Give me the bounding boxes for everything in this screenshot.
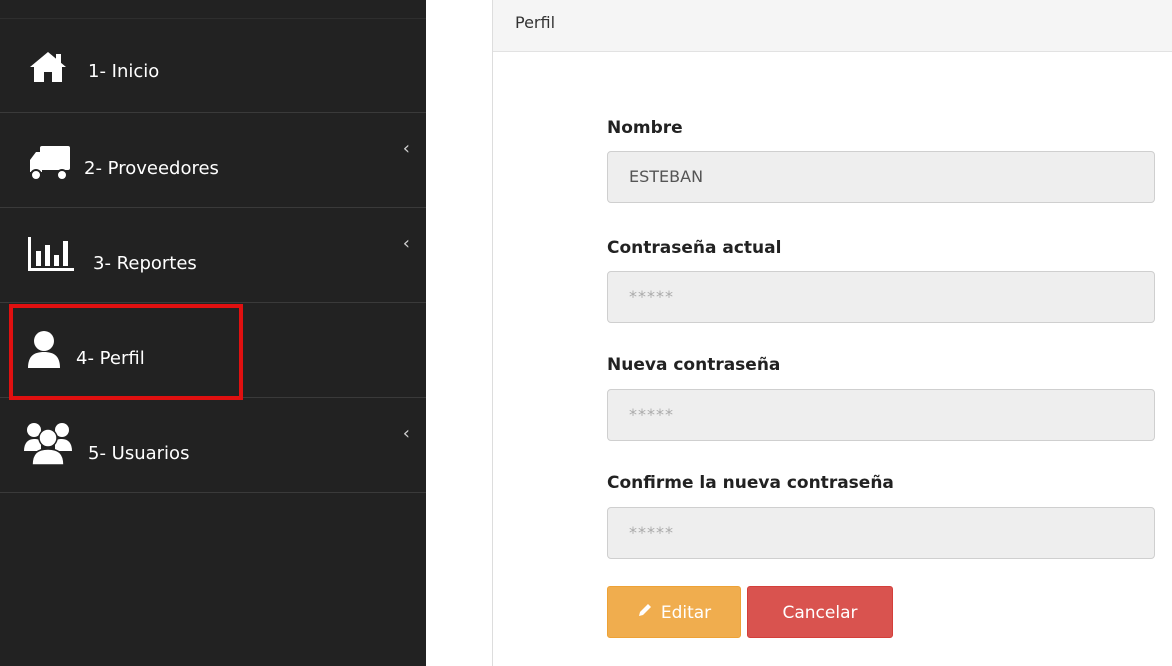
current-password-label: Contraseña actual <box>607 238 782 258</box>
chevron-left-icon: ‹ <box>402 423 410 444</box>
confirm-password-label: Confirme la nueva contraseña <box>607 473 894 493</box>
highlight-box <box>9 304 243 400</box>
sidebar-item-inicio[interactable]: 1- Inicio <box>0 19 426 113</box>
chevron-left-icon: ‹ <box>402 138 410 159</box>
cancel-button[interactable]: Cancelar <box>747 586 893 638</box>
sidebar-item-label: 3- Reportes <box>93 253 197 274</box>
sidebar-item-reportes[interactable]: 3- Reportes ‹ <box>0 209 426 303</box>
profile-panel: Perfil Nombre ESTEBAN Contraseña actual … <box>492 0 1172 666</box>
chevron-left-icon: ‹ <box>402 233 410 254</box>
panel-title: Perfil <box>515 13 556 32</box>
cancel-button-label: Cancelar <box>782 603 858 623</box>
sidebar-item-label: 2- Proveedores <box>84 158 219 179</box>
name-label: Nombre <box>607 118 683 138</box>
home-icon <box>28 50 68 88</box>
sidebar-item-label: 5- Usuarios <box>88 443 190 464</box>
new-password-field[interactable]: ***** <box>607 389 1155 441</box>
new-password-label: Nueva contraseña <box>607 355 781 375</box>
main-content: Perfil Nombre ESTEBAN Contraseña actual … <box>426 0 1172 666</box>
sidebar-item-label: 1- Inicio <box>88 61 160 82</box>
sidebar-item-proveedores[interactable]: 2- Proveedores ‹ <box>0 114 426 208</box>
name-field[interactable]: ESTEBAN <box>607 151 1155 203</box>
users-icon <box>24 421 72 469</box>
edit-button-label: Editar <box>660 603 712 623</box>
pencil-icon <box>637 587 653 639</box>
sidebar-item-usuarios[interactable]: 5- Usuarios ‹ <box>0 399 426 493</box>
current-password-field[interactable]: ***** <box>607 271 1155 323</box>
confirm-password-field[interactable]: ***** <box>607 507 1155 559</box>
edit-button[interactable]: Editar <box>607 586 741 638</box>
sidebar: 1- Inicio 2- Proveedores ‹ 3- Reportes ‹… <box>0 0 426 666</box>
panel-header: Perfil <box>493 0 1172 52</box>
bar-chart-icon <box>28 237 74 277</box>
sidebar-top-divider <box>0 0 426 19</box>
truck-icon <box>28 144 72 186</box>
